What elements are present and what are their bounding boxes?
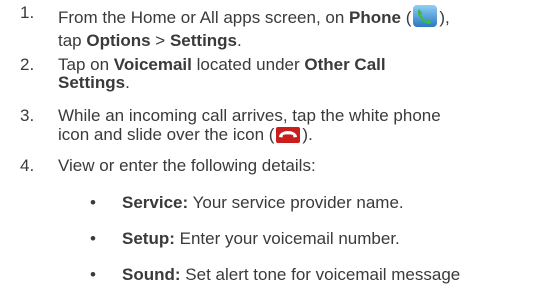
step-text-segment: . (125, 73, 130, 92)
detail-text: Sound: Set alert tone for voicemail mess… (122, 266, 460, 284)
bullet-mark: • (90, 265, 96, 284)
phone-app-icon (412, 4, 438, 32)
detail-value: Enter your voicemail number. (174, 229, 400, 248)
detail-text: Service: Your service provider name. (122, 194, 404, 212)
step-text-segment: ), (439, 8, 450, 27)
step-text-segment: ). (302, 125, 313, 144)
step-line: icon and slide over the icon ( ). (58, 125, 554, 149)
step-text-segment: . (237, 31, 242, 50)
detail-value: Set alert tone for voicemail message (180, 265, 461, 284)
detail-text: Setup: Enter your voicemail number. (122, 230, 400, 248)
step-text-segment: located under (191, 55, 305, 74)
detail-value: Your service provider name. (188, 193, 404, 212)
step-text-segment: From the Home or All apps screen, on (58, 8, 350, 27)
detail-label: Service: (122, 193, 189, 212)
step-number: 4. (20, 156, 35, 175)
instructions-page: 1. From the Home or All apps screen, on … (0, 0, 554, 294)
step-line: Tap on Voicemail located under Other Cal… (58, 56, 554, 74)
step-number: 1. (20, 3, 35, 22)
step-text-segment: Tap on (58, 55, 114, 74)
step-text-segment: ( (400, 8, 412, 27)
options-label: Options (86, 31, 151, 50)
step-line: While an incoming call arrives, tap the … (58, 106, 441, 125)
step-line: View or enter the following details: (58, 156, 316, 175)
step-text: View or enter the following details: (58, 157, 554, 175)
phone-label: Phone (349, 8, 401, 27)
detail-label: Sound: (122, 265, 181, 284)
step-text: From the Home or All apps screen, on Pho… (58, 4, 554, 50)
end-call-icon (275, 125, 301, 149)
step-line: tap Options > Settings. (58, 32, 554, 50)
bullet-mark: • (90, 229, 96, 248)
step-text-segment: > (150, 31, 170, 50)
step-text-segment: tap (58, 31, 87, 50)
step-text: Tap on Voicemail located under Other Cal… (58, 56, 554, 92)
step-line: Settings. (58, 74, 554, 92)
detail-label: Setup: (122, 229, 175, 248)
other-call-settings-label: Other Call (304, 55, 386, 74)
voicemail-label: Voicemail (113, 55, 192, 74)
step-number: 2. (20, 55, 35, 74)
other-call-settings-label: Settings (58, 73, 126, 92)
step-text-segment: icon and slide over the icon ( (58, 125, 275, 144)
settings-label: Settings (169, 31, 238, 50)
bullet-mark: • (90, 193, 96, 212)
step-text: While an incoming call arrives, tap the … (58, 107, 554, 149)
step-line: From the Home or All apps screen, on Pho… (58, 4, 554, 32)
step-number: 3. (20, 106, 35, 125)
